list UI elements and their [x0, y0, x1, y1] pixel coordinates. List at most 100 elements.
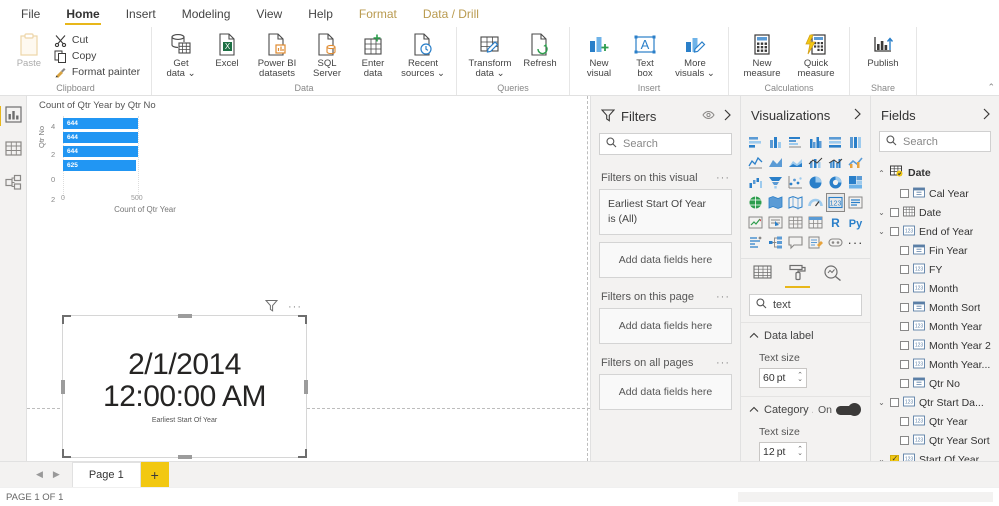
- list-item[interactable]: ⌄ 123 End of Year: [871, 222, 999, 241]
- menu-tab-view[interactable]: View: [243, 0, 295, 27]
- get-data-button[interactable]: Get data ⌄: [158, 30, 204, 82]
- enter-data-button[interactable]: Enter data: [350, 30, 396, 82]
- refresh-button[interactable]: Refresh: [517, 30, 563, 71]
- list-item[interactable]: Cal Year: [871, 184, 999, 203]
- data-label-text-size-stepper[interactable]: 60 pt ⌃ ⌄: [759, 368, 807, 388]
- 100-stacked-bar-chart-icon[interactable]: [826, 133, 845, 152]
- powerbi-datasets-button[interactable]: Power BI datasets: [250, 30, 304, 82]
- publish-button[interactable]: Publish: [856, 30, 910, 71]
- resize-handle-tl[interactable]: [62, 315, 71, 324]
- field-checkbox[interactable]: [900, 322, 909, 332]
- field-checkbox[interactable]: [900, 360, 909, 370]
- list-item[interactable]: 123 Month Year...: [871, 355, 999, 374]
- sidebar-item-data-view[interactable]: [1, 138, 25, 162]
- filter-card-earliest-start-of-year[interactable]: Earliest Start Of Year is (All): [599, 189, 732, 236]
- menu-tab-modeling[interactable]: Modeling: [169, 0, 244, 27]
- stepper-arrows-icon[interactable]: ⌃ ⌄: [797, 446, 803, 457]
- category-label-text-size-stepper[interactable]: 12 pt ⌃ ⌄: [759, 442, 807, 461]
- r-script-visual-icon[interactable]: R: [826, 213, 845, 232]
- list-item[interactable]: 123 Month Year: [871, 317, 999, 336]
- shape-map-icon[interactable]: [786, 193, 805, 212]
- kpi-icon[interactable]: [746, 213, 765, 232]
- list-item[interactable]: 123 Qtr Year Sort: [871, 431, 999, 450]
- field-checkbox[interactable]: [900, 379, 909, 389]
- filter-dropzone-visual[interactable]: Add data fields here: [599, 242, 732, 279]
- map-icon[interactable]: [746, 193, 765, 212]
- table-row[interactable]: 625: [63, 160, 136, 171]
- chevron-up-icon[interactable]: ⌃: [877, 169, 886, 178]
- pie-chart-icon[interactable]: [806, 173, 825, 192]
- text-box-button[interactable]: A Text box: [622, 30, 668, 82]
- key-influencers-icon[interactable]: [746, 233, 765, 252]
- table-visual-icon[interactable]: [786, 213, 805, 232]
- list-item[interactable]: ⌄ 123 Qtr Start Da...: [871, 393, 999, 412]
- waterfall-chart-icon[interactable]: [746, 173, 765, 192]
- donut-chart-icon[interactable]: [826, 173, 845, 192]
- resize-handle-left[interactable]: [61, 379, 65, 394]
- menu-tab-format[interactable]: Format: [346, 0, 410, 27]
- field-checkbox[interactable]: [900, 189, 909, 199]
- paste-button[interactable]: Paste: [8, 30, 50, 71]
- funnel-chart-icon[interactable]: [766, 173, 785, 192]
- eye-icon[interactable]: [702, 110, 715, 123]
- resize-handle-bottom[interactable]: [177, 455, 192, 459]
- stacked-area-chart-icon[interactable]: [786, 153, 805, 172]
- field-checkbox[interactable]: [900, 284, 909, 294]
- line-and-clustered-column-chart-icon[interactable]: [826, 153, 845, 172]
- filled-map-icon[interactable]: [766, 193, 785, 212]
- field-checkbox[interactable]: [890, 454, 899, 461]
- sidebar-item-model-view[interactable]: [1, 172, 25, 196]
- copy-button[interactable]: Copy: [50, 48, 143, 64]
- new-measure-button[interactable]: New measure: [735, 30, 789, 82]
- ellipsis-icon[interactable]: ···: [716, 357, 730, 369]
- list-item[interactable]: Month Sort: [871, 298, 999, 317]
- fields-search-box[interactable]: [879, 131, 991, 153]
- field-checkbox[interactable]: [900, 303, 909, 313]
- format-section-data-label-header[interactable]: Data label: [749, 330, 860, 342]
- ellipsis-icon[interactable]: ···: [288, 301, 302, 313]
- menu-tab-file[interactable]: File: [8, 0, 53, 27]
- 100-stacked-column-chart-icon[interactable]: [846, 133, 865, 152]
- visual-card[interactable]: ··· 2/1/2014 12:00:00 AM Earliest Start …: [61, 300, 308, 459]
- table-row[interactable]: 644: [63, 146, 138, 157]
- qna-visual-icon[interactable]: [786, 233, 805, 252]
- chevron-right-icon[interactable]: [853, 108, 862, 123]
- clustered-bar-chart-icon[interactable]: [786, 133, 805, 152]
- stacked-column-chart-icon[interactable]: [766, 133, 785, 152]
- menu-tab-insert[interactable]: Insert: [113, 0, 169, 27]
- report-canvas-area[interactable]: Count of Qtr Year by Qtr No Qtr No 4 2 0…: [27, 96, 590, 461]
- menu-tab-home[interactable]: Home: [53, 0, 112, 27]
- field-checkbox[interactable]: [900, 436, 909, 446]
- filter-dropzone-all-pages[interactable]: Add data fields here: [599, 374, 732, 411]
- resize-handle-bl[interactable]: [62, 449, 71, 458]
- scatter-chart-icon[interactable]: [786, 173, 805, 192]
- list-item[interactable]: ⌄ 123 Start Of Year: [871, 450, 999, 461]
- chevron-down-icon[interactable]: ⌄: [877, 227, 886, 236]
- python-visual-icon[interactable]: Py: [846, 213, 865, 232]
- field-checkbox[interactable]: [890, 208, 899, 218]
- clustered-column-chart-icon[interactable]: [806, 133, 825, 152]
- line-chart-icon[interactable]: [746, 153, 765, 172]
- format-search-box[interactable]: [749, 294, 862, 316]
- area-chart-icon[interactable]: [766, 153, 785, 172]
- tab-format[interactable]: [785, 264, 810, 288]
- new-visual-button[interactable]: New visual: [576, 30, 622, 82]
- list-item[interactable]: 123 Month: [871, 279, 999, 298]
- report-page-canvas[interactable]: Count of Qtr Year by Qtr No Qtr No 4 2 0…: [27, 96, 590, 461]
- ribbon-collapse-chevron-icon[interactable]: ⌃: [987, 82, 995, 93]
- table-row[interactable]: 644: [63, 132, 138, 143]
- chevron-down-icon[interactable]: ⌄: [877, 208, 886, 217]
- slicer-icon[interactable]: [766, 213, 785, 232]
- filters-search-input[interactable]: [623, 138, 725, 150]
- filters-search-box[interactable]: [599, 133, 732, 155]
- ribbon-chart-icon[interactable]: [846, 153, 865, 172]
- list-item[interactable]: 123 Month Year 2: [871, 336, 999, 355]
- matrix-icon[interactable]: [806, 213, 825, 232]
- cut-button[interactable]: Cut: [50, 32, 143, 48]
- tab-analytics[interactable]: [823, 264, 842, 288]
- resize-handle-right[interactable]: [304, 379, 308, 394]
- filter-dropzone-page[interactable]: Add data fields here: [599, 308, 732, 345]
- list-item[interactable]: 123 Qtr Year: [871, 412, 999, 431]
- format-section-category-label-header[interactable]: Category ... On: [749, 403, 861, 416]
- triangle-right-icon[interactable]: ▶: [53, 469, 60, 480]
